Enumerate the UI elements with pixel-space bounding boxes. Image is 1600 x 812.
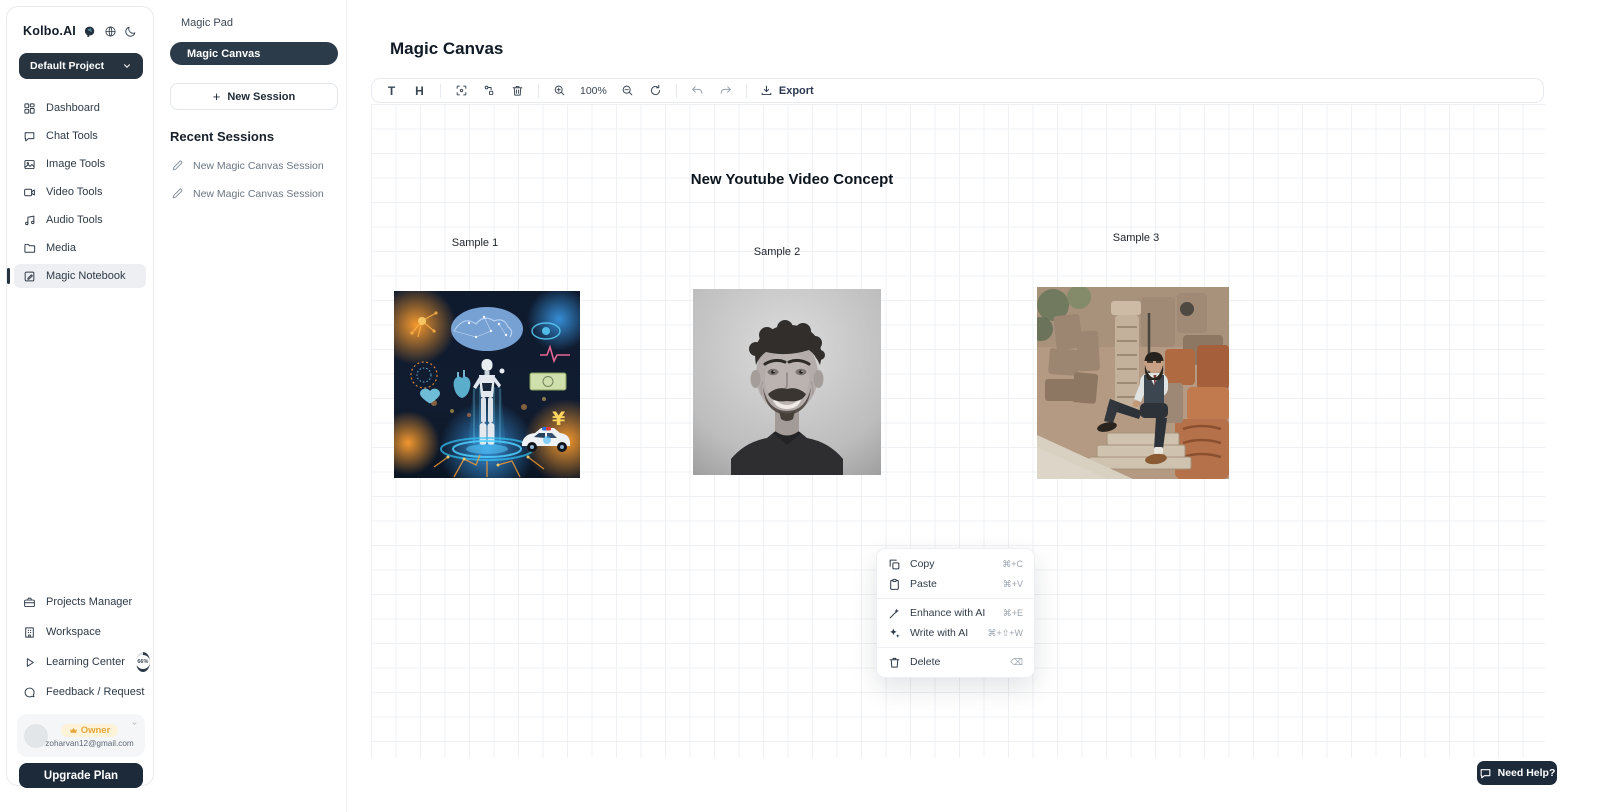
logo-row: Kolbo.AI: [7, 7, 153, 38]
context-menu-divider: [877, 598, 1034, 599]
sidebar-item-magic-notebook[interactable]: Magic Notebook: [14, 264, 146, 288]
dark-mode-moon-icon[interactable]: [124, 25, 137, 38]
sidebar-item-media[interactable]: Media: [14, 236, 146, 260]
context-menu-item-delete[interactable]: Delete ⌫: [877, 652, 1034, 672]
project-selector[interactable]: Default Project: [19, 53, 143, 79]
sample-label[interactable]: Sample 1: [452, 237, 498, 249]
sidebar-bottom-nav: Projects Manager Workspace Learning Cent…: [14, 590, 146, 704]
canvas-image-portrait[interactable]: [693, 289, 881, 475]
sidebar-item-image-tools[interactable]: Image Tools: [14, 152, 146, 176]
recent-sessions-heading: Recent Sessions: [170, 129, 346, 144]
magic-canvas-tab[interactable]: Magic Canvas: [170, 42, 338, 65]
user-card[interactable]: Owner zoharvan12@gmail.com: [17, 714, 145, 757]
sidebar-item-audio-tools[interactable]: Audio Tools: [14, 208, 146, 232]
context-menu-item-copy[interactable]: Copy ⌘+C: [877, 554, 1034, 574]
download-icon: [760, 84, 773, 97]
user-email: zoharvan12@gmail.com: [45, 739, 133, 748]
canvas-image-ai-collage[interactable]: ¥: [394, 291, 580, 478]
sample-label[interactable]: Sample 2: [754, 246, 800, 258]
sparkles-icon: [888, 627, 901, 640]
main-sidebar: Kolbo.AI Default Project Dashboard Chat …: [6, 6, 154, 786]
context-menu-item-write-with-ai[interactable]: Write with AI ⌘+⇧+W: [877, 623, 1034, 643]
chevron-down-icon: [122, 61, 132, 71]
sidebar-item-projects-manager[interactable]: Projects Manager: [14, 590, 146, 614]
toolbar-divider: [538, 84, 539, 98]
ai-head-icon: [83, 25, 96, 38]
export-button[interactable]: Export: [760, 84, 814, 97]
sidebar-item-dashboard[interactable]: Dashboard: [14, 96, 146, 120]
sample-label[interactable]: Sample 3: [1113, 232, 1159, 244]
page-title: Magic Canvas: [390, 39, 503, 59]
undo-button[interactable]: [690, 84, 705, 97]
sidebar-item-chat-tools[interactable]: Chat Tools: [14, 124, 146, 148]
recent-session-item[interactable]: New Magic Canvas Session: [171, 187, 346, 200]
owner-badge: Owner: [61, 724, 119, 737]
brand-logo: Kolbo.AI: [23, 24, 76, 38]
language-globe-icon[interactable]: [104, 25, 117, 38]
new-session-button[interactable]: + New Session: [170, 83, 338, 110]
svg-text:¥: ¥: [552, 408, 565, 430]
magic-canvas-grid[interactable]: New Youtube Video Concept Sample 1 Sampl…: [371, 104, 1545, 758]
context-menu-item-paste[interactable]: Paste ⌘+V: [877, 574, 1034, 594]
canvas-title-text[interactable]: New Youtube Video Concept: [691, 171, 894, 188]
pencil-icon: [171, 187, 184, 200]
sidebar-item-video-tools[interactable]: Video Tools: [14, 180, 146, 204]
sidebar-item-learning-center[interactable]: Learning Center 66%: [14, 650, 146, 674]
toolbar-divider: [440, 84, 441, 98]
sidebar-nav: Dashboard Chat Tools Image Tools Video T…: [7, 96, 153, 288]
context-menu: Copy ⌘+C Paste ⌘+V Enhance with AI ⌘+E W…: [876, 548, 1035, 678]
chat-bubble-icon: [1479, 767, 1492, 780]
paste-icon: [888, 578, 901, 591]
upgrade-plan-button[interactable]: Upgrade Plan: [19, 763, 143, 788]
recent-session-item[interactable]: New Magic Canvas Session: [171, 159, 346, 172]
zoom-level-value[interactable]: 100%: [580, 85, 607, 97]
need-help-button[interactable]: Need Help?: [1477, 761, 1557, 785]
toolbar-divider: [676, 84, 677, 98]
copy-icon: [888, 558, 901, 571]
toolbar-divider: [746, 84, 747, 98]
canvas-image-man-on-ruins[interactable]: [1037, 287, 1229, 479]
trash-tool-button[interactable]: [510, 84, 525, 97]
text-tool-button[interactable]: T: [384, 84, 399, 98]
canvas-toolbar: T H 100% Export: [371, 78, 1544, 103]
ai-select-tool-button[interactable]: [454, 84, 469, 97]
sidebar-item-workspace[interactable]: Workspace: [14, 620, 146, 644]
flow-connect-tool-button[interactable]: [482, 84, 497, 97]
pencil-icon: [171, 159, 184, 172]
user-menu-caret-icon: [131, 720, 138, 727]
crown-icon: [69, 726, 78, 735]
magic-pad-tab[interactable]: Magic Pad: [155, 0, 346, 29]
zoom-out-button[interactable]: [620, 84, 635, 97]
learning-progress-ring: 66%: [136, 652, 150, 672]
reset-view-button[interactable]: [648, 84, 663, 97]
zoom-in-button[interactable]: [552, 84, 567, 97]
redo-button[interactable]: [718, 84, 733, 97]
context-menu-divider: [877, 647, 1034, 648]
plus-icon: +: [213, 89, 221, 104]
context-menu-item-enhance-with-ai[interactable]: Enhance with AI ⌘+E: [877, 603, 1034, 623]
heading-tool-button[interactable]: H: [412, 84, 427, 98]
magic-wand-icon: [888, 607, 901, 620]
learning-progress-value: 66%: [136, 655, 150, 669]
sessions-panel: Magic Pad Magic Canvas + New Session Rec…: [155, 0, 347, 812]
trash-icon: [888, 656, 901, 669]
sidebar-item-feedback-request[interactable]: Feedback / Request: [14, 680, 146, 704]
